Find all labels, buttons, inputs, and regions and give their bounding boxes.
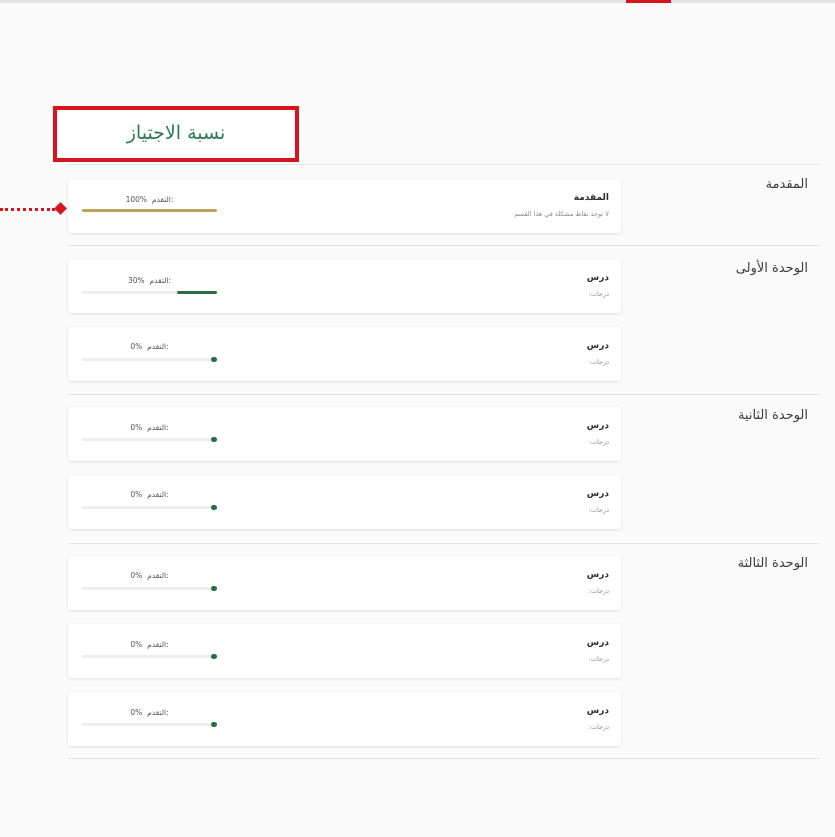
card-title: درس bbox=[586, 273, 609, 283]
progress-fill bbox=[211, 586, 217, 591]
card-title: درس bbox=[586, 421, 609, 431]
progress-label: 0% التقدم: bbox=[82, 708, 217, 717]
card-subtitle: درجات: bbox=[588, 506, 609, 514]
card-unit-3-lesson-2[interactable]: درس درجات: bbox=[68, 624, 621, 678]
section-divider bbox=[68, 164, 820, 165]
section-title-intro: المقدمة bbox=[765, 177, 808, 192]
card-unit-1-lesson-1[interactable]: درس درجات: bbox=[68, 259, 621, 313]
card-subtitle: درجات: bbox=[588, 358, 609, 366]
progress-prefix: التقدم: bbox=[147, 423, 169, 432]
card-title: درس bbox=[586, 570, 609, 580]
progress-fill bbox=[211, 505, 217, 510]
progress-label: 30% التقدم: bbox=[82, 276, 217, 285]
progress-page: نسبة الاجتياز المقدمة المقدمة لا توجد نق… bbox=[0, 0, 835, 837]
card-title: درس bbox=[586, 341, 609, 351]
progress-prefix: التقدم: bbox=[151, 195, 174, 204]
progress-prefix: التقدم: bbox=[147, 640, 169, 649]
progress-label: 0% التقدم: bbox=[82, 640, 217, 649]
progress-prefix: التقدم: bbox=[149, 276, 171, 285]
card-subtitle: درجات: bbox=[588, 723, 609, 731]
section-divider bbox=[68, 394, 820, 395]
progress-label: 100% التقدم: bbox=[82, 195, 217, 204]
progress-bar bbox=[82, 654, 217, 659]
section-title-unit-3: الوحدة الثالثة bbox=[737, 556, 808, 571]
progress-label: 0% التقدم: bbox=[82, 423, 217, 432]
progress-label: 0% التقدم: bbox=[82, 342, 217, 351]
section-title-unit-1: الوحدة الأولى bbox=[735, 261, 808, 276]
callout-pointer-line bbox=[0, 208, 55, 211]
progress-prefix: التقدم: bbox=[147, 342, 169, 351]
section-divider bbox=[68, 245, 820, 246]
progress-prefix: التقدم: bbox=[147, 708, 169, 717]
progress-label: 0% التقدم: bbox=[82, 571, 217, 580]
card-subtitle: درجات: bbox=[588, 587, 609, 595]
card-unit-3-lesson-3[interactable]: درس درجات: bbox=[68, 692, 621, 746]
progress-label: 0% التقدم: bbox=[82, 490, 217, 499]
progress-bar bbox=[82, 291, 217, 294]
section-title-unit-2: الوحدة الثانية bbox=[737, 408, 808, 423]
section-divider bbox=[68, 758, 820, 759]
progress-percent: 0% bbox=[130, 708, 143, 717]
progress-prefix: التقدم: bbox=[147, 490, 169, 499]
top-border bbox=[0, 0, 835, 3]
progress-percent: 0% bbox=[130, 423, 143, 432]
progress-fill bbox=[211, 654, 217, 659]
progress-percent: 30% bbox=[128, 276, 145, 285]
progress-bar bbox=[82, 505, 217, 510]
progress-bar bbox=[82, 586, 217, 591]
card-subtitle: درجات: bbox=[588, 438, 609, 446]
progress-fill bbox=[82, 209, 217, 212]
callout-pointer-diamond-icon bbox=[54, 202, 67, 215]
progress-fill bbox=[211, 437, 217, 442]
card-title: المقدمة bbox=[573, 193, 609, 203]
card-title: درس bbox=[586, 706, 609, 716]
card-subtitle: درجات: bbox=[588, 290, 609, 298]
card-unit-2-lesson-1[interactable]: درس درجات: bbox=[68, 407, 621, 461]
progress-fill bbox=[211, 357, 217, 362]
progress-fill bbox=[176, 291, 217, 294]
card-subtitle: درجات: bbox=[588, 655, 609, 663]
progress-percent: 0% bbox=[130, 640, 143, 649]
card-unit-2-lesson-2[interactable]: درس درجات: bbox=[68, 475, 621, 529]
progress-bar bbox=[82, 209, 217, 212]
progress-bar bbox=[82, 437, 217, 442]
progress-bar bbox=[82, 722, 217, 727]
progress-percent: 0% bbox=[130, 571, 143, 580]
progress-bar bbox=[82, 357, 217, 362]
progress-prefix: التقدم: bbox=[147, 571, 169, 580]
card-subtitle: لا توجد نقاط مشكلة في هذا القسم bbox=[514, 210, 609, 218]
card-intro[interactable]: المقدمة لا توجد نقاط مشكلة في هذا القسم bbox=[68, 179, 621, 233]
card-title: درس bbox=[586, 638, 609, 648]
progress-fill bbox=[211, 722, 217, 727]
card-unit-1-lesson-2[interactable]: درس درجات: bbox=[68, 327, 621, 381]
pass-rate-callout: نسبة الاجتياز bbox=[53, 106, 299, 162]
progress-percent: 100% bbox=[125, 195, 148, 204]
progress-percent: 0% bbox=[130, 342, 143, 351]
section-divider bbox=[68, 543, 820, 544]
card-title: درس bbox=[586, 489, 609, 499]
progress-percent: 0% bbox=[130, 490, 143, 499]
active-tab-indicator bbox=[626, 0, 671, 3]
card-unit-3-lesson-1[interactable]: درس درجات: bbox=[68, 556, 621, 610]
